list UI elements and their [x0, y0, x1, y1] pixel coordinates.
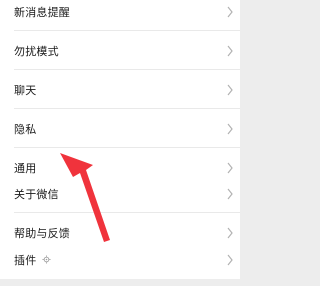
chevron-right-icon	[227, 6, 233, 17]
settings-item-plugins[interactable]: 插件	[0, 240, 240, 279]
settings-item-privacy[interactable]: 隐私	[0, 109, 240, 148]
chevron-right-icon	[227, 84, 233, 95]
settings-item-label: 插件	[14, 253, 37, 267]
chevron-right-icon	[227, 254, 233, 265]
settings-group-plugins: 插件	[0, 240, 240, 279]
settings-item-label: 勿扰模式	[14, 44, 59, 58]
settings-item-chat[interactable]: 聊天	[0, 70, 240, 109]
chevron-right-icon	[227, 188, 233, 199]
settings-item-label: 关于微信	[14, 187, 59, 201]
chevron-right-icon	[227, 162, 233, 173]
settings-group-general: 新消息提醒 勿扰模式 聊天 隐私 通用	[0, 0, 240, 187]
chevron-right-icon	[227, 123, 233, 134]
settings-item-label: 新消息提醒	[14, 5, 70, 19]
settings-item-do-not-disturb[interactable]: 勿扰模式	[0, 31, 240, 70]
settings-item-label: 帮助与反馈	[14, 226, 70, 240]
settings-item-label: 聊天	[14, 83, 37, 97]
settings-item-new-message-notification[interactable]: 新消息提醒	[0, 0, 240, 31]
chevron-right-icon	[227, 227, 233, 238]
chevron-right-icon	[227, 45, 233, 56]
settings-item-about-wechat[interactable]: 关于微信	[0, 174, 240, 213]
gear-icon	[42, 255, 51, 264]
settings-item-label: 隐私	[14, 122, 37, 136]
